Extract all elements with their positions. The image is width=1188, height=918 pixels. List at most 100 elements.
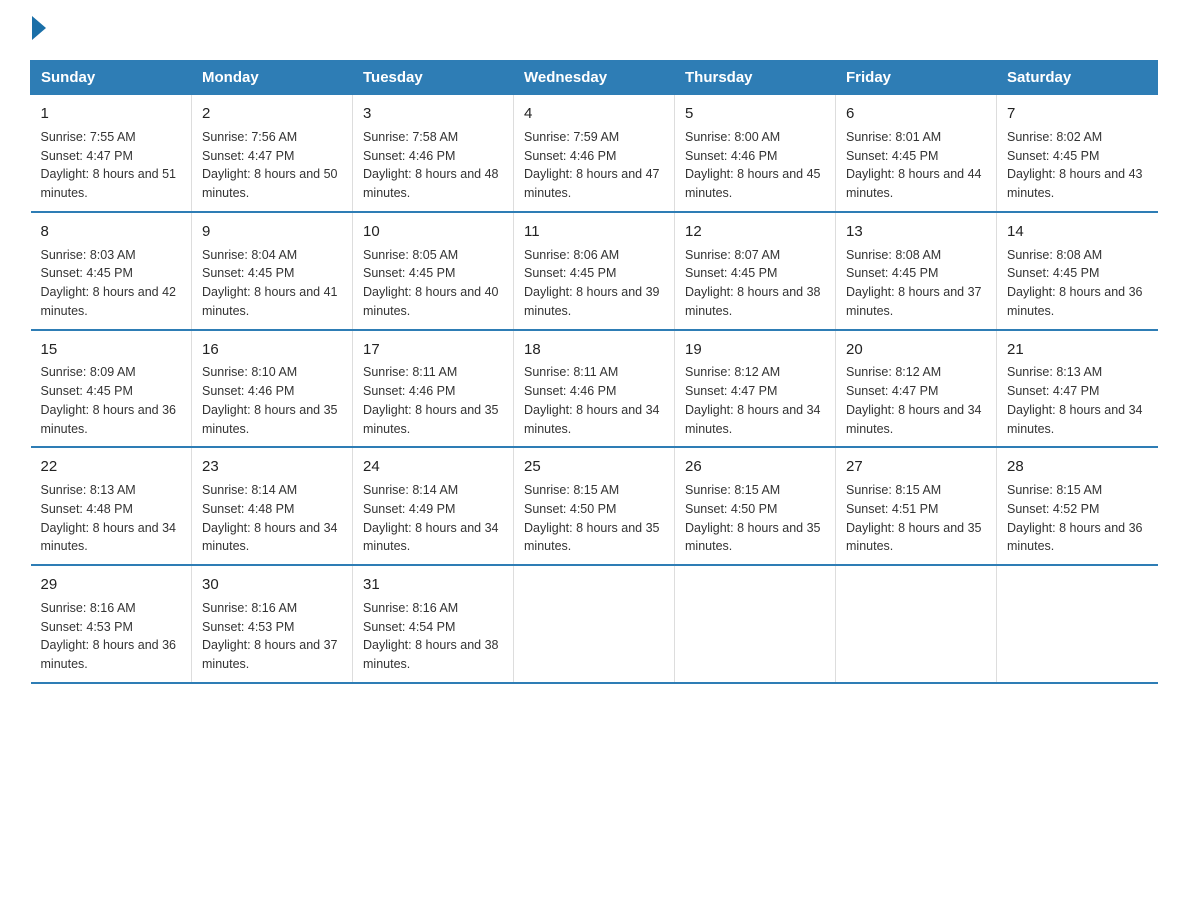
day-cell: 20Sunrise: 8:12 AMSunset: 4:47 PMDayligh…: [836, 330, 997, 448]
day-info: Sunrise: 8:11 AMSunset: 4:46 PMDaylight:…: [524, 363, 664, 438]
day-number: 22: [41, 456, 182, 478]
day-info: Sunrise: 8:01 AMSunset: 4:45 PMDaylight:…: [846, 128, 986, 203]
day-cell: 31 Sunrise: 8:16 AMSunset: 4:54 PMDayligh…: [353, 565, 514, 683]
day-number: 1: [41, 103, 182, 125]
day-cell: 3 Sunrise: 7:58 AMSunset: 4:46 PMDaylight…: [353, 95, 514, 212]
day-number: 2: [202, 103, 342, 125]
week-row-5: 29 Sunrise: 8:16 AMSunset: 4:53 PMDayligh…: [31, 565, 1158, 683]
day-info: Sunrise: 8:08 AMSunset: 4:45 PMDaylight:…: [846, 246, 986, 321]
calendar-table: SundayMondayTuesdayWednesdayThursdayFrid…: [30, 60, 1158, 684]
day-cell: 6 Sunrise: 8:01 AMSunset: 4:45 PMDaylight…: [836, 95, 997, 212]
day-info: Sunrise: 8:07 AMSunset: 4:45 PMDaylight:…: [685, 246, 825, 321]
day-info: Sunrise: 8:09 AMSunset: 4:45 PMDaylight:…: [41, 363, 182, 438]
day-cell: 14 Sunrise: 8:08 AMSunset: 4:45 PMDayligh…: [997, 212, 1158, 330]
day-info: Sunrise: 7:55 AMSunset: 4:47 PMDaylight:…: [41, 128, 182, 203]
header-wednesday: Wednesday: [514, 61, 675, 95]
day-cell: [675, 565, 836, 683]
day-number: 10: [363, 221, 503, 243]
day-number: 6: [846, 103, 986, 125]
day-info: Sunrise: 8:10 AMSunset: 4:46 PMDaylight:…: [202, 363, 342, 438]
day-info: Sunrise: 8:13 AMSunset: 4:47 PMDaylight:…: [1007, 363, 1148, 438]
day-info: Sunrise: 7:59 AMSunset: 4:46 PMDaylight:…: [524, 128, 664, 203]
page-header: [30, 20, 1158, 40]
day-cell: 18Sunrise: 8:11 AMSunset: 4:46 PMDayligh…: [514, 330, 675, 448]
day-info: Sunrise: 8:04 AMSunset: 4:45 PMDaylight:…: [202, 246, 342, 321]
day-number: 7: [1007, 103, 1148, 125]
day-cell: 27Sunrise: 8:15 AMSunset: 4:51 PMDayligh…: [836, 447, 997, 565]
day-info: Sunrise: 8:06 AMSunset: 4:45 PMDaylight:…: [524, 246, 664, 321]
day-number: 19: [685, 339, 825, 361]
day-info: Sunrise: 7:58 AMSunset: 4:46 PMDaylight:…: [363, 128, 503, 203]
day-info: Sunrise: 8:14 AMSunset: 4:48 PMDaylight:…: [202, 481, 342, 556]
logo: [30, 20, 46, 40]
day-number: 17: [363, 339, 503, 361]
day-number: 5: [685, 103, 825, 125]
day-number: 25: [524, 456, 664, 478]
day-cell: 1 Sunrise: 7:55 AMSunset: 4:47 PMDaylight…: [31, 95, 192, 212]
day-number: 29: [41, 574, 182, 596]
day-cell: 29Sunrise: 8:16 AMSunset: 4:53 PMDayligh…: [31, 565, 192, 683]
day-number: 26: [685, 456, 825, 478]
day-info: Sunrise: 8:16 AMSunset: 4:54 PMDaylight:…: [363, 599, 503, 674]
day-info: Sunrise: 8:08 AMSunset: 4:45 PMDaylight:…: [1007, 246, 1148, 321]
header-friday: Friday: [836, 61, 997, 95]
day-cell: 28 Sunrise: 8:15 AMSunset: 4:52 PMDayligh…: [997, 447, 1158, 565]
week-row-2: 8 Sunrise: 8:03 AMSunset: 4:45 PMDaylight…: [31, 212, 1158, 330]
day-number: 31: [363, 574, 503, 596]
day-info: Sunrise: 8:12 AMSunset: 4:47 PMDaylight:…: [685, 363, 825, 438]
day-number: 9: [202, 221, 342, 243]
day-cell: 19Sunrise: 8:12 AMSunset: 4:47 PMDayligh…: [675, 330, 836, 448]
day-number: 11: [524, 221, 664, 243]
day-info: Sunrise: 8:12 AMSunset: 4:47 PMDaylight:…: [846, 363, 986, 438]
day-number: 12: [685, 221, 825, 243]
day-cell: 5 Sunrise: 8:00 AMSunset: 4:46 PMDaylight…: [675, 95, 836, 212]
day-number: 16: [202, 339, 342, 361]
day-number: 30: [202, 574, 342, 596]
day-info: Sunrise: 8:11 AMSunset: 4:46 PMDaylight:…: [363, 363, 503, 438]
day-number: 28: [1007, 456, 1148, 478]
day-info: Sunrise: 8:15 AMSunset: 4:50 PMDaylight:…: [685, 481, 825, 556]
day-cell: 23Sunrise: 8:14 AMSunset: 4:48 PMDayligh…: [192, 447, 353, 565]
day-info: Sunrise: 8:16 AMSunset: 4:53 PMDaylight:…: [202, 599, 342, 674]
day-cell: 24Sunrise: 8:14 AMSunset: 4:49 PMDayligh…: [353, 447, 514, 565]
day-cell: [997, 565, 1158, 683]
header-monday: Monday: [192, 61, 353, 95]
day-cell: 30 Sunrise: 8:16 AMSunset: 4:53 PMDayligh…: [192, 565, 353, 683]
day-cell: 15Sunrise: 8:09 AMSunset: 4:45 PMDayligh…: [31, 330, 192, 448]
day-number: 20: [846, 339, 986, 361]
day-number: 3: [363, 103, 503, 125]
header-sunday: Sunday: [31, 61, 192, 95]
day-number: 21: [1007, 339, 1148, 361]
day-number: 15: [41, 339, 182, 361]
day-info: Sunrise: 8:13 AMSunset: 4:48 PMDaylight:…: [41, 481, 182, 556]
day-cell: 2 Sunrise: 7:56 AMSunset: 4:47 PMDaylight…: [192, 95, 353, 212]
day-number: 24: [363, 456, 503, 478]
header-saturday: Saturday: [997, 61, 1158, 95]
day-cell: 16Sunrise: 8:10 AMSunset: 4:46 PMDayligh…: [192, 330, 353, 448]
day-cell: 13Sunrise: 8:08 AMSunset: 4:45 PMDayligh…: [836, 212, 997, 330]
day-cell: 9 Sunrise: 8:04 AMSunset: 4:45 PMDaylight…: [192, 212, 353, 330]
day-cell: 17Sunrise: 8:11 AMSunset: 4:46 PMDayligh…: [353, 330, 514, 448]
day-cell: 10 Sunrise: 8:05 AMSunset: 4:45 PMDayligh…: [353, 212, 514, 330]
day-number: 8: [41, 221, 182, 243]
header-tuesday: Tuesday: [353, 61, 514, 95]
day-info: Sunrise: 8:03 AMSunset: 4:45 PMDaylight:…: [41, 246, 182, 321]
day-info: Sunrise: 8:05 AMSunset: 4:45 PMDaylight:…: [363, 246, 503, 321]
day-cell: 7Sunrise: 8:02 AMSunset: 4:45 PMDaylight…: [997, 95, 1158, 212]
header-thursday: Thursday: [675, 61, 836, 95]
day-cell: 25Sunrise: 8:15 AMSunset: 4:50 PMDayligh…: [514, 447, 675, 565]
day-cell: [514, 565, 675, 683]
day-info: Sunrise: 8:00 AMSunset: 4:46 PMDaylight:…: [685, 128, 825, 203]
week-row-4: 22 Sunrise: 8:13 AMSunset: 4:48 PMDayligh…: [31, 447, 1158, 565]
day-number: 18: [524, 339, 664, 361]
day-number: 4: [524, 103, 664, 125]
day-number: 14: [1007, 221, 1148, 243]
day-info: Sunrise: 7:56 AMSunset: 4:47 PMDaylight:…: [202, 128, 342, 203]
day-info: Sunrise: 8:15 AMSunset: 4:51 PMDaylight:…: [846, 481, 986, 556]
day-cell: 22 Sunrise: 8:13 AMSunset: 4:48 PMDayligh…: [31, 447, 192, 565]
day-info: Sunrise: 8:15 AMSunset: 4:52 PMDaylight:…: [1007, 481, 1148, 556]
day-cell: 26 Sunrise: 8:15 AMSunset: 4:50 PMDayligh…: [675, 447, 836, 565]
day-cell: [836, 565, 997, 683]
calendar-header-row: SundayMondayTuesdayWednesdayThursdayFrid…: [31, 61, 1158, 95]
week-row-1: 1 Sunrise: 7:55 AMSunset: 4:47 PMDaylight…: [31, 95, 1158, 212]
